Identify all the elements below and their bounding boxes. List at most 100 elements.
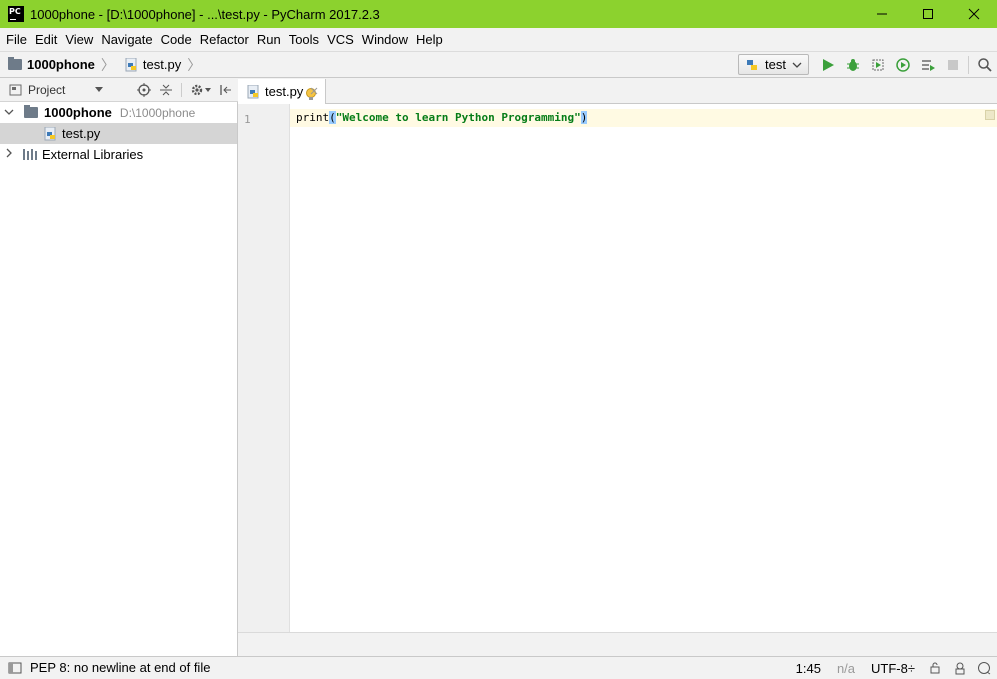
minimize-button[interactable] [859, 0, 905, 28]
concurrency-button[interactable] [915, 52, 940, 77]
run-configuration-label: test [765, 57, 786, 72]
pycharm-app-icon[interactable]: PC [8, 6, 24, 22]
search-everywhere-button[interactable] [972, 52, 997, 77]
tree-root-label: 1000phone [44, 105, 112, 120]
code-line-1: print("Welcome to learn Python Programmi… [296, 111, 588, 124]
chevron-right-icon[interactable] [2, 148, 16, 161]
menu-edit[interactable]: Edit [31, 28, 61, 51]
navigation-bar: 1000phone 〉 test.py 〉 test [0, 51, 997, 78]
menu-tools[interactable]: Tools [285, 28, 323, 51]
line-number-gutter: 1 [238, 104, 290, 632]
chevron-down-icon [792, 62, 802, 68]
status-bar: PEP 8: no newline at end of file 1:45 n/… [0, 656, 997, 678]
menu-file[interactable]: File [2, 28, 31, 51]
tree-root-path: D:\1000phone [119, 105, 196, 120]
project-tree: 1000phone D:\1000phone test.py External … [0, 102, 238, 656]
editor-tab-bar: test.py [238, 79, 997, 104]
debug-bug-icon [846, 58, 859, 71]
close-button[interactable] [951, 0, 997, 28]
project-panel-header: Project [0, 79, 238, 102]
breadcrumb-separator: 〉 [187, 56, 202, 73]
maximize-icon [923, 9, 933, 19]
gear-icon[interactable] [190, 83, 204, 97]
profile-icon [895, 57, 910, 72]
toolbar-separator [968, 55, 969, 74]
menu-window[interactable]: Window [358, 28, 412, 51]
tree-item-test-py[interactable]: test.py [0, 123, 237, 144]
tab-label: test.py [265, 84, 304, 99]
tree-external-label: External Libraries [42, 147, 144, 162]
maximize-button[interactable] [905, 0, 951, 28]
debug-button[interactable] [840, 52, 865, 77]
code-function-name: print [296, 111, 330, 124]
tree-item-root[interactable]: 1000phone D:\1000phone [0, 102, 237, 123]
python-icon [747, 59, 758, 70]
stop-icon [947, 59, 958, 70]
inspection-marker[interactable] [985, 110, 995, 120]
title-bar: PC 1000phone - [D:\1000phone] - ...\test… [0, 0, 997, 28]
file-encoding[interactable]: UTF-8÷ [863, 661, 923, 676]
python-file-icon [44, 126, 56, 140]
tree-file-label: test.py [62, 126, 101, 141]
code-editor[interactable]: print("Welcome to learn Python Programmi… [290, 104, 997, 632]
event-log-icon[interactable] [977, 661, 991, 675]
coverage-icon [872, 59, 883, 70]
collapse-all-icon[interactable] [159, 83, 173, 97]
tab-test-py[interactable]: test.py [238, 79, 326, 104]
header-separator [181, 83, 183, 97]
menu-code[interactable]: Code [157, 28, 196, 51]
breadcrumb-project[interactable]: 1000phone [0, 52, 99, 77]
code-open-paren: ( [329, 111, 336, 124]
locate-file-icon[interactable] [137, 83, 152, 97]
gear-dropdown-arrow-icon [205, 87, 212, 92]
folder-icon [24, 105, 38, 118]
caret-position[interactable]: 1:45 [788, 661, 829, 676]
tree-item-external-libraries[interactable]: External Libraries [0, 144, 237, 165]
run-toolbar: test [738, 52, 997, 77]
menu-navigate[interactable]: Navigate [97, 28, 156, 51]
python-file-icon [247, 84, 259, 98]
library-icon [23, 149, 37, 160]
dropdown-arrow-icon[interactable] [95, 87, 104, 93]
menu-refactor[interactable]: Refactor [196, 28, 253, 51]
menu-vcs[interactable]: VCS [323, 28, 358, 51]
status-message[interactable]: PEP 8: no newline at end of file [30, 660, 210, 675]
minimize-icon [877, 13, 887, 15]
lock-icon[interactable] [929, 662, 941, 674]
menu-run[interactable]: Run [253, 28, 285, 51]
run-configuration-select[interactable]: test [738, 54, 809, 75]
chevron-down-icon[interactable] [2, 107, 16, 119]
project-view-icon [9, 84, 22, 96]
concurrency-diagram-icon [921, 59, 935, 71]
window-controls [859, 0, 997, 28]
tool-windows-icon[interactable] [8, 661, 22, 675]
status-right-group: 1:45 n/a UTF-8÷ [788, 657, 997, 679]
code-close-paren: ) [580, 111, 588, 124]
line-number: 1 [244, 113, 251, 126]
profile-button[interactable] [890, 52, 915, 77]
menu-help[interactable]: Help [412, 28, 447, 51]
window-title: 1000phone - [D:\1000phone] - ...\test.py… [30, 6, 380, 22]
run-button[interactable] [815, 52, 840, 77]
run-icon [822, 58, 834, 71]
hide-panel-icon[interactable] [219, 83, 233, 97]
stop-button[interactable] [940, 52, 965, 77]
close-icon [968, 8, 980, 20]
breadcrumb-file[interactable]: test.py [117, 52, 185, 77]
folder-icon [8, 57, 22, 70]
close-tab-icon[interactable] [310, 87, 318, 95]
breadcrumb-separator: 〉 [100, 56, 115, 73]
breadcrumb-file-label: test.py [142, 57, 182, 72]
python-file-icon [125, 57, 137, 71]
line-separator[interactable]: n/a [829, 661, 863, 676]
coverage-button[interactable] [865, 52, 890, 77]
search-icon [977, 57, 992, 72]
menu-bar: File Edit View Navigate Code Refactor Ru… [0, 28, 997, 51]
editor-bottom-area [238, 632, 997, 657]
menu-view[interactable]: View [61, 28, 97, 51]
project-panel-title[interactable]: Project [28, 83, 65, 97]
code-string-literal: "Welcome to learn Python Programming" [335, 111, 581, 124]
hector-inspector-icon[interactable] [953, 661, 967, 675]
app-icon-text: PC [9, 7, 21, 16]
breadcrumb-project-label: 1000phone [27, 57, 95, 72]
